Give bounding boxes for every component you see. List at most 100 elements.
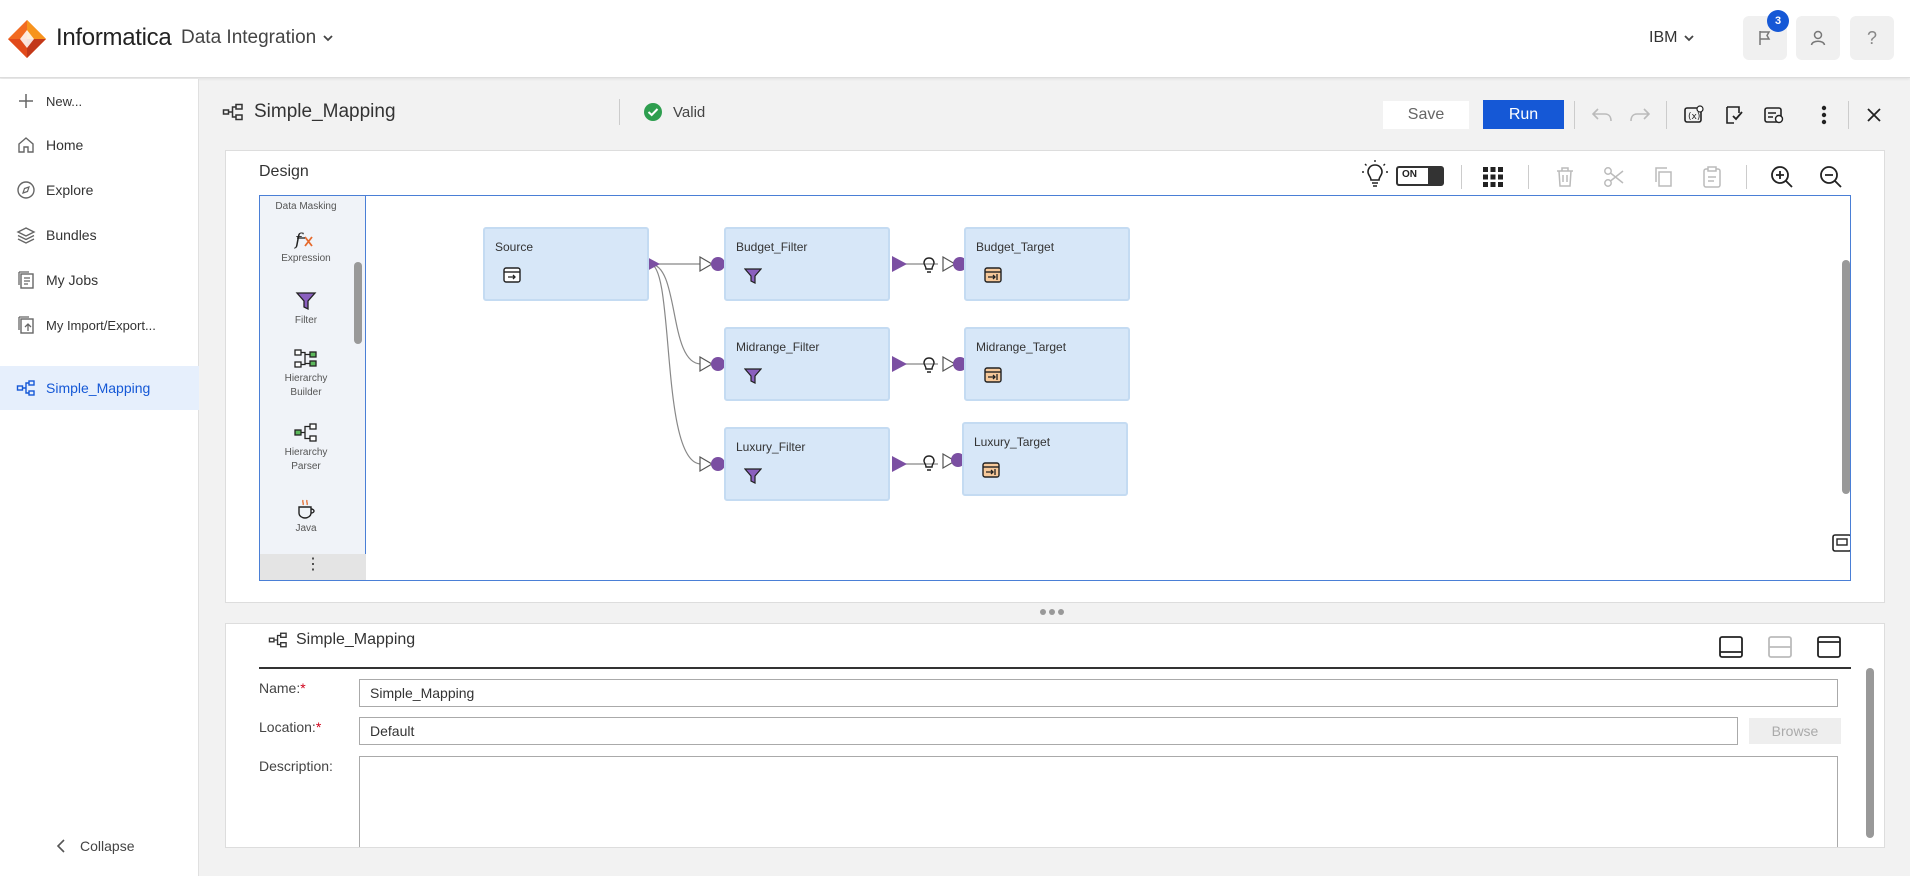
service-switcher[interactable]: Data Integration <box>181 27 334 49</box>
parameters-button[interactable]: (x) <box>1680 101 1708 129</box>
notifications-button[interactable]: 3 <box>1743 10 1789 60</box>
zoom-out-button[interactable] <box>1817 163 1845 191</box>
node-label: Luxury_Filter <box>736 440 806 454</box>
org-switcher[interactable]: IBM <box>1649 29 1695 47</box>
location-input[interactable] <box>359 717 1738 745</box>
informatica-logo <box>8 20 46 58</box>
delete-button[interactable] <box>1551 163 1579 191</box>
divider <box>1461 165 1462 189</box>
mapping-canvas[interactable]: Data Masking f Expression Filter Hierarc… <box>259 195 1851 581</box>
save-button[interactable]: Save <box>1383 101 1469 129</box>
parameters-icon: (x) <box>1684 105 1704 123</box>
run-button[interactable]: Run <box>1483 100 1564 129</box>
paste-button[interactable] <box>1698 163 1726 191</box>
copy-button[interactable] <box>1649 163 1677 191</box>
paste-icon <box>1703 166 1721 188</box>
mapping-icon <box>222 103 243 121</box>
layout-bottom-icon[interactable] <box>1718 634 1744 660</box>
sidebar-item-bundles[interactable]: Bundles <box>0 213 199 257</box>
node-budget-target[interactable]: Budget_Target <box>964 227 1130 301</box>
layout-top-icon[interactable] <box>1816 634 1842 660</box>
chevron-left-icon <box>56 839 65 853</box>
arrange-all-button[interactable] <box>1479 163 1507 191</box>
sidebar-item-import-export[interactable]: My Import/Export... <box>0 303 199 347</box>
node-label: Midrange_Target <box>976 340 1067 354</box>
properties-scrollbar[interactable] <box>1866 668 1874 838</box>
source-icon <box>503 267 521 283</box>
zoom-in-button[interactable] <box>1768 163 1796 191</box>
name-field-label: Name:* <box>259 680 306 696</box>
layout-split-icon[interactable] <box>1767 634 1793 660</box>
toggle-knob <box>1428 168 1442 184</box>
node-label: Budget_Filter <box>736 240 808 254</box>
properties-title: Simple_Mapping <box>268 631 415 649</box>
status-label: Valid <box>673 103 706 121</box>
grid-icon <box>1483 167 1503 187</box>
node-luxury-target[interactable]: Luxury_Target <box>962 422 1128 496</box>
layers-icon <box>16 227 36 244</box>
sidebar-item-explore[interactable]: Explore <box>0 168 199 212</box>
mapping-name: Simple_Mapping <box>254 101 396 122</box>
undo-icon <box>1591 108 1612 122</box>
validate-icon <box>1726 106 1743 124</box>
validate-button[interactable] <box>1720 101 1748 129</box>
jobs-icon <box>18 271 34 289</box>
properties-panel: Simple_Mapping Name:* Location:* Browse … <box>225 623 1885 848</box>
scissors-icon <box>1604 167 1624 187</box>
sidebar-item-my-jobs[interactable]: My Jobs <box>0 258 199 302</box>
mapping-settings-icon <box>1764 107 1784 124</box>
target-icon <box>984 267 1002 283</box>
location-label-text: Location: <box>259 719 316 735</box>
question-mark-icon: ? <box>1866 27 1877 48</box>
close-button[interactable] <box>1860 101 1888 129</box>
sidebar: New... Home Explore Bundles My Jobs My I… <box>0 79 199 876</box>
divider <box>1848 101 1849 129</box>
filter-icon <box>744 468 762 484</box>
sidebar-item-label: My Import/Export... <box>46 317 156 333</box>
collapse-label: Collapse <box>80 838 135 854</box>
node-midrange-filter[interactable]: Midrange_Filter <box>724 327 890 401</box>
divider <box>1746 165 1747 189</box>
sidebar-item-label: Simple_Mapping <box>46 380 151 396</box>
design-title: Design <box>259 163 309 180</box>
compass-icon <box>17 181 35 199</box>
user-profile-button[interactable] <box>1796 16 1840 60</box>
mapping-settings-button[interactable] <box>1760 101 1788 129</box>
cut-button[interactable] <box>1600 163 1628 191</box>
sidebar-item-home[interactable]: Home <box>0 123 199 167</box>
svg-text:(x): (x) <box>1688 112 1700 122</box>
node-midrange-target[interactable]: Midrange_Target <box>964 327 1130 401</box>
more-vertical-icon <box>1821 105 1827 125</box>
validation-status: Valid <box>643 102 705 122</box>
name-input[interactable] <box>359 679 1838 707</box>
minimap-icon[interactable] <box>1831 533 1851 553</box>
sidebar-item-new[interactable]: New... <box>0 79 199 123</box>
undo-button[interactable] <box>1588 101 1616 129</box>
description-textarea[interactable] <box>359 756 1838 847</box>
redo-button[interactable] <box>1626 101 1654 129</box>
plus-icon <box>19 94 33 108</box>
sidebar-item-label: Explore <box>46 182 94 198</box>
node-budget-filter[interactable]: Budget_Filter <box>724 227 890 301</box>
panel-resize-handle[interactable] <box>1040 609 1072 617</box>
canvas-scrollbar[interactable] <box>1842 260 1850 494</box>
notification-badge: 3 <box>1767 10 1789 32</box>
zoom-out-icon <box>1820 166 1842 188</box>
required-marker: * <box>300 680 306 696</box>
org-label: IBM <box>1649 29 1678 46</box>
node-source[interactable]: Source <box>483 227 649 301</box>
lightbulb-icon[interactable] <box>1361 159 1389 189</box>
zoom-in-icon <box>1771 166 1793 188</box>
node-luxury-filter[interactable]: Luxury_Filter <box>724 427 890 501</box>
browse-button[interactable]: Browse <box>1749 718 1841 744</box>
flag-icon <box>1759 31 1771 45</box>
recommendations-toggle[interactable]: ON <box>1396 166 1444 186</box>
divider <box>1528 165 1529 189</box>
home-icon <box>18 137 34 153</box>
help-button[interactable]: ? <box>1850 16 1894 60</box>
target-icon <box>982 462 1000 478</box>
sidebar-item-simple-mapping[interactable]: Simple_Mapping <box>0 366 199 410</box>
more-options-button[interactable] <box>1810 101 1838 129</box>
collapse-sidebar-button[interactable]: Collapse <box>56 838 134 854</box>
sidebar-item-label: New... <box>46 93 83 109</box>
